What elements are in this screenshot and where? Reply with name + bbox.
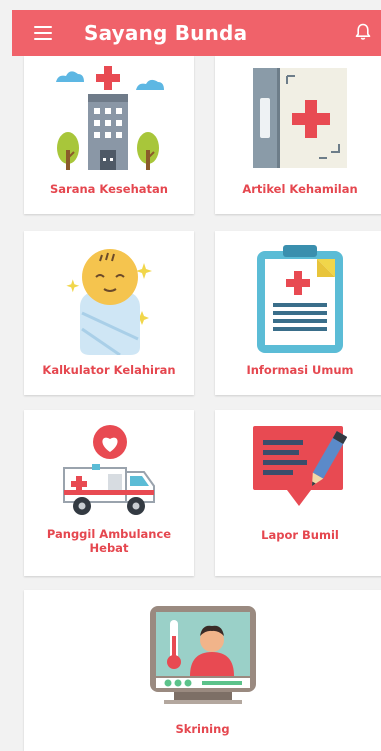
menu-label: Informasi Umum xyxy=(246,363,354,377)
menu-card-sarana-kesehatan[interactable]: Sarana Kesehatan xyxy=(24,56,194,214)
menu-label: Kalkulator Kelahiran xyxy=(42,363,176,377)
clipboard-icon xyxy=(257,245,343,353)
menu-card-informasi-umum[interactable]: Informasi Umum xyxy=(215,231,381,395)
app-bar: Sayang Bunda xyxy=(12,10,381,56)
menu-card-artikel-kehamilan[interactable]: Artikel Kehamilan xyxy=(215,56,381,214)
baby-icon xyxy=(66,249,152,355)
menu-card-panggil-ambulance[interactable]: Panggil Ambulance Hebat xyxy=(24,410,194,576)
menu-label: Skrining xyxy=(175,722,230,736)
menu-card-kalkulator-kelahiran[interactable]: Kalkulator Kelahiran xyxy=(24,231,194,395)
medical-folder-icon xyxy=(253,68,347,168)
menu-card-lapor-bumil[interactable]: Lapor Bumil xyxy=(215,410,381,576)
menu-label: Artikel Kehamilan xyxy=(242,182,358,196)
menu-label: Panggil Ambulance Hebat xyxy=(46,527,172,555)
bell-icon[interactable] xyxy=(355,23,371,41)
screening-monitor-icon xyxy=(150,606,256,704)
report-message-icon xyxy=(253,426,347,506)
menu-card-skrining[interactable]: Skrining xyxy=(24,590,381,751)
hospital-icon xyxy=(56,66,164,170)
app-title: Sayang Bunda xyxy=(84,21,248,45)
menu-label: Sarana Kesehatan xyxy=(50,182,168,196)
menu-label: Lapor Bumil xyxy=(261,528,339,542)
ambulance-icon xyxy=(63,425,155,515)
hamburger-menu-icon[interactable] xyxy=(34,26,52,40)
